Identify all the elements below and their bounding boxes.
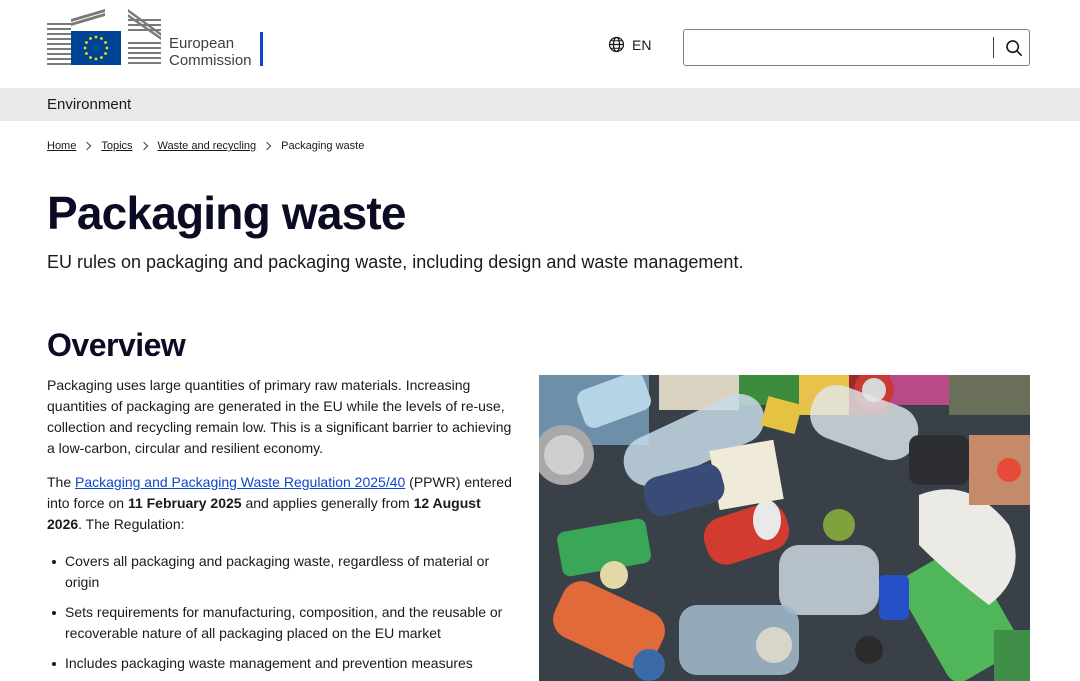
logo-accent-bar bbox=[260, 32, 263, 66]
chevron-right-icon bbox=[83, 141, 92, 151]
packaging-waste-photo bbox=[539, 375, 1030, 681]
page-subtitle: EU rules on packaging and packaging wast… bbox=[47, 252, 744, 272]
site-name-bar: Environment bbox=[0, 88, 1080, 121]
breadcrumb-home[interactable]: Home bbox=[47, 140, 76, 152]
text-fragment: and applies generally from bbox=[241, 495, 414, 511]
site-header: European Commission EN bbox=[0, 0, 1080, 88]
search-button[interactable] bbox=[997, 30, 1030, 65]
overview-heading: Overview bbox=[47, 327, 186, 363]
breadcrumb-topics[interactable]: Topics bbox=[101, 140, 132, 152]
ppwr-regulation-link[interactable]: Packaging and Packaging Waste Regulation… bbox=[75, 474, 405, 490]
breadcrumb: Home Topics Waste and recycling Packagin… bbox=[47, 140, 364, 152]
overview-content: Packaging uses large quantities of prima… bbox=[47, 375, 519, 681]
logo-line-commission: Commission bbox=[169, 52, 252, 69]
text-fragment: . The Regulation: bbox=[78, 516, 185, 532]
site-name-link[interactable]: Environment bbox=[47, 96, 131, 113]
logo-line-european: European bbox=[169, 35, 235, 52]
language-code: EN bbox=[632, 36, 652, 53]
search-icon bbox=[1005, 39, 1022, 56]
list-item: Includes packaging waste management and … bbox=[47, 653, 519, 674]
globe-icon bbox=[608, 36, 625, 53]
page-title: Packaging waste bbox=[47, 187, 407, 239]
packaging-waste-illustration bbox=[539, 375, 1030, 681]
entry-into-force-date: 11 February 2025 bbox=[127, 495, 242, 511]
overview-paragraph-1: Packaging uses large quantities of prima… bbox=[47, 377, 512, 456]
list-item: Sets requirements for manufacturing, com… bbox=[47, 602, 519, 644]
regulation-bullet-list: Covers all packaging and packaging waste… bbox=[47, 551, 519, 674]
chevron-right-icon bbox=[139, 141, 148, 151]
breadcrumb-current: Packaging waste bbox=[281, 140, 365, 152]
list-item: Covers all packaging and packaging waste… bbox=[47, 551, 519, 593]
search-box bbox=[683, 29, 1030, 66]
breadcrumb-waste-and-recycling[interactable]: Waste and recycling bbox=[158, 140, 257, 152]
language-selector[interactable]: EN bbox=[608, 36, 651, 53]
search-divider bbox=[993, 37, 994, 58]
chevron-right-icon bbox=[262, 141, 272, 151]
search-input[interactable] bbox=[684, 30, 989, 65]
text-fragment: The bbox=[47, 474, 76, 490]
logo-text: European Commission bbox=[169, 35, 252, 69]
overview-paragraph-2: The Packaging and Packaging Waste Regula… bbox=[47, 472, 519, 535]
